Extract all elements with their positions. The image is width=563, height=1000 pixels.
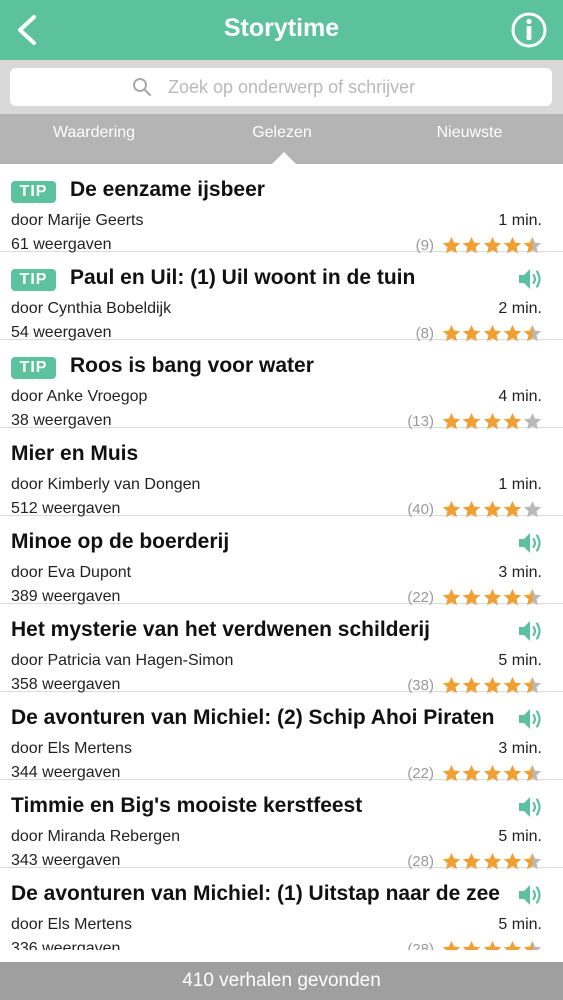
story-duration: 3 min.: [498, 740, 542, 757]
story-author: door Marije Geerts: [11, 212, 144, 229]
search-bar: Zoek op onderwerp of schrijver: [0, 60, 563, 114]
story-row[interactable]: De avonturen van Michiel: (1) Uitstap na…: [0, 868, 563, 950]
story-author: door Miranda Rebergen: [11, 828, 180, 845]
story-list[interactable]: TIP De eenzame ijsbeer door Marije Geerts 1…: [0, 164, 563, 950]
search-icon: [133, 78, 152, 97]
story-row[interactable]: Het mysterie van het verdwenen schilderi…: [0, 604, 563, 694]
story-duration: 1 min.: [498, 476, 542, 493]
story-author: door Patricia van Hagen-Simon: [11, 652, 234, 669]
speaker-icon: [519, 269, 541, 289]
story-duration: 4 min.: [498, 388, 542, 405]
story-duration: 5 min.: [498, 916, 542, 933]
story-row[interactable]: Timmie en Big's mooiste kerstfeest door M…: [0, 780, 563, 870]
story-author: door Kimberly van Dongen: [11, 476, 201, 493]
selected-tab-indicator: [272, 152, 296, 164]
speaker-icon: [519, 709, 541, 729]
story-duration: 3 min.: [498, 564, 542, 581]
story-author: door Els Mertens: [11, 740, 132, 757]
speaker-icon: [519, 533, 541, 553]
search-placeholder: Zoek op onderwerp of schrijver: [168, 77, 416, 97]
story-duration: 5 min.: [498, 652, 542, 669]
tab-waardering[interactable]: Waardering: [0, 124, 188, 142]
story-title: Roos is bang voor water: [70, 354, 314, 377]
story-title: Mier en Muis: [11, 442, 139, 465]
story-title: Minoe op de boerderij: [11, 530, 230, 553]
star-rating: [442, 940, 542, 950]
story-author: door Els Mertens: [11, 916, 132, 933]
tip-badge: TIP: [11, 269, 56, 291]
story-row[interactable]: TIP De eenzame ijsbeer door Marije Geerts 1…: [0, 164, 563, 254]
star-icon: [463, 940, 481, 950]
speaker-icon: [519, 621, 541, 641]
speaker-icon: [519, 885, 541, 905]
story-author: door Cynthia Bobeldijk: [11, 300, 172, 317]
story-row[interactable]: TIP Paul en Uil: (1) Uil woont in de tuin…: [0, 252, 563, 342]
star-icon: [483, 940, 501, 950]
story-title: De eenzame ijsbeer: [70, 178, 265, 201]
navigation-bar: Storytime: [0, 0, 563, 60]
story-title: De avonturen van Michiel: (2) Schip Ahoi…: [11, 706, 495, 729]
story-title: Het mysterie van het verdwenen schilderi…: [11, 618, 430, 641]
story-title: Paul en Uil: (1) Uil woont in de tuin: [70, 266, 416, 289]
story-row[interactable]: De avonturen van Michiel: (2) Schip Ahoi…: [0, 692, 563, 782]
tip-badge: TIP: [11, 357, 56, 379]
story-views: 336 weergaven: [11, 940, 121, 950]
star-icon: [503, 940, 521, 950]
star-icon: [442, 940, 461, 950]
app-title: Storytime: [223, 14, 340, 42]
tab-nieuwste[interactable]: Nieuwste: [376, 124, 563, 142]
search-input[interactable]: Zoek op onderwerp of schrijver: [10, 68, 552, 106]
story-duration: 1 min.: [498, 212, 542, 229]
results-count: 410 verhalen gevonden: [0, 962, 563, 1000]
tab-gelezen[interactable]: Gelezen: [188, 124, 376, 142]
info-icon[interactable]: [509, 10, 549, 50]
speaker-icon: [519, 797, 541, 817]
star-icon: [523, 940, 542, 950]
story-title: Timmie en Big's mooiste kerstfeest: [11, 794, 363, 817]
story-title: De avonturen van Michiel: (1) Uitstap na…: [11, 882, 500, 905]
story-row[interactable]: TIP Roos is bang voor water door Anke Vroe…: [0, 340, 563, 430]
story-author: door Eva Dupont: [11, 564, 132, 581]
tip-badge: TIP: [11, 181, 56, 203]
story-author: door Anke Vroegop: [11, 388, 148, 405]
story-row[interactable]: Minoe op de boerderij door Eva Dupont 3 mi…: [0, 516, 563, 606]
story-row[interactable]: Mier en Muis door Kimberly van Dongen 1 mi…: [0, 428, 563, 518]
rating-count: (28): [407, 941, 434, 950]
story-duration: 2 min.: [498, 300, 542, 317]
story-duration: 5 min.: [498, 828, 542, 845]
